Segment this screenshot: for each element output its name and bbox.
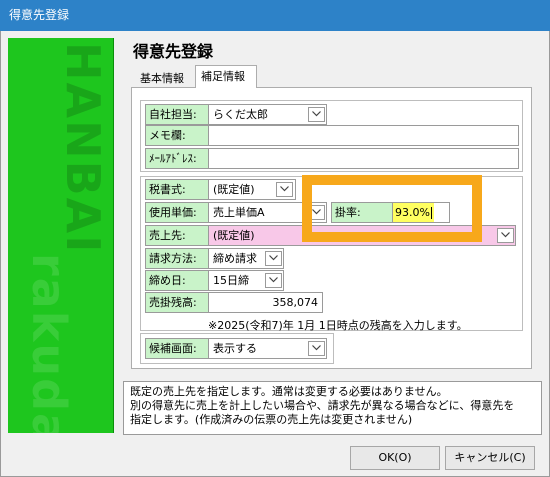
sales-destination-label: 売上先:	[145, 225, 209, 246]
memo-field[interactable]	[208, 125, 519, 146]
unit-price-dropdown-button[interactable]	[308, 205, 325, 220]
chevron-down-icon	[280, 186, 289, 192]
closing-day-value: 15日締	[213, 274, 249, 287]
own-staff-label: 自社担当:	[145, 104, 209, 125]
mail-address-field[interactable]	[208, 148, 519, 169]
window-title-bar: 得意先登録	[0, 0, 550, 31]
billing-method-value: 締め請求	[213, 252, 257, 265]
mail-address-label: ﾒｰﾙｱﾄﾞﾚｽ:	[145, 148, 209, 169]
tax-format-dropdown-button[interactable]	[276, 182, 293, 197]
candidate-screen-value: 表示する	[213, 342, 257, 355]
ar-balance-field[interactable]: 358,074	[208, 292, 323, 313]
banner-text-top: HANBAI	[56, 42, 110, 255]
sales-destination-select[interactable]: (既定値)	[208, 225, 516, 246]
billing-method-label: 請求方法:	[145, 248, 209, 269]
chevron-down-icon	[312, 345, 321, 351]
chevron-down-icon	[269, 277, 278, 283]
chevron-down-icon	[501, 232, 510, 238]
memo-label: メモ欄:	[145, 125, 209, 146]
billing-method-dropdown-button[interactable]	[265, 251, 282, 266]
tax-format-label: 税書式:	[145, 179, 209, 200]
product-banner: HANBAI rakuda	[8, 38, 114, 433]
candidate-screen-dropdown-button[interactable]	[308, 341, 325, 356]
chevron-down-icon	[312, 111, 321, 117]
cancel-button[interactable]: キャンセル(C)	[445, 446, 535, 470]
sales-destination-dropdown-button[interactable]	[497, 228, 514, 243]
hint-line: 既定の売上先を指定します。通常は変更する必要はありません。	[130, 385, 448, 398]
closing-day-label: 締め日:	[145, 270, 209, 291]
rate-value: 93.0%	[393, 203, 434, 222]
hint-box: 既定の売上先を指定します。通常は変更する必要はありません。 別の得意先に売上を計…	[123, 381, 542, 435]
hint-line: 別の得意先に売上を計上したい場合や、請求先が異なる場合などに、得意先を	[130, 399, 515, 412]
tax-format-value: (既定値)	[213, 183, 255, 196]
candidate-screen-label: 候補画面:	[145, 338, 209, 359]
chevron-down-icon	[312, 209, 321, 215]
chevron-down-icon	[269, 255, 278, 261]
banner-text-bottom: rakuda	[22, 253, 76, 433]
rate-label: 掛率:	[331, 202, 393, 223]
own-staff-value: らくだ太郎	[213, 108, 268, 121]
closing-day-dropdown-button[interactable]	[265, 273, 282, 288]
unit-price-value: 売上単価A	[213, 206, 265, 219]
own-staff-dropdown-button[interactable]	[308, 107, 325, 122]
tab-supplementary-info[interactable]: 補足情報	[195, 65, 257, 88]
rate-field[interactable]: 93.0%	[392, 202, 450, 223]
hint-line: 指定します。(作成済みの伝票の売上先は変更されません)	[130, 413, 413, 426]
text-caret	[430, 207, 432, 219]
window-title: 得意先登録	[9, 8, 70, 22]
balance-note: ※2025(令和7)年 1月 1日時点の残高を入力します。	[208, 319, 468, 332]
ar-balance-label: 売掛残高:	[145, 292, 209, 313]
ok-button[interactable]: OK(O)	[350, 446, 440, 470]
sales-destination-value: (既定値)	[213, 229, 255, 242]
unit-price-label: 使用単価:	[145, 202, 209, 223]
tab-basic-info[interactable]: 基本情報	[134, 68, 196, 88]
form-title: 得意先登録	[133, 42, 214, 61]
